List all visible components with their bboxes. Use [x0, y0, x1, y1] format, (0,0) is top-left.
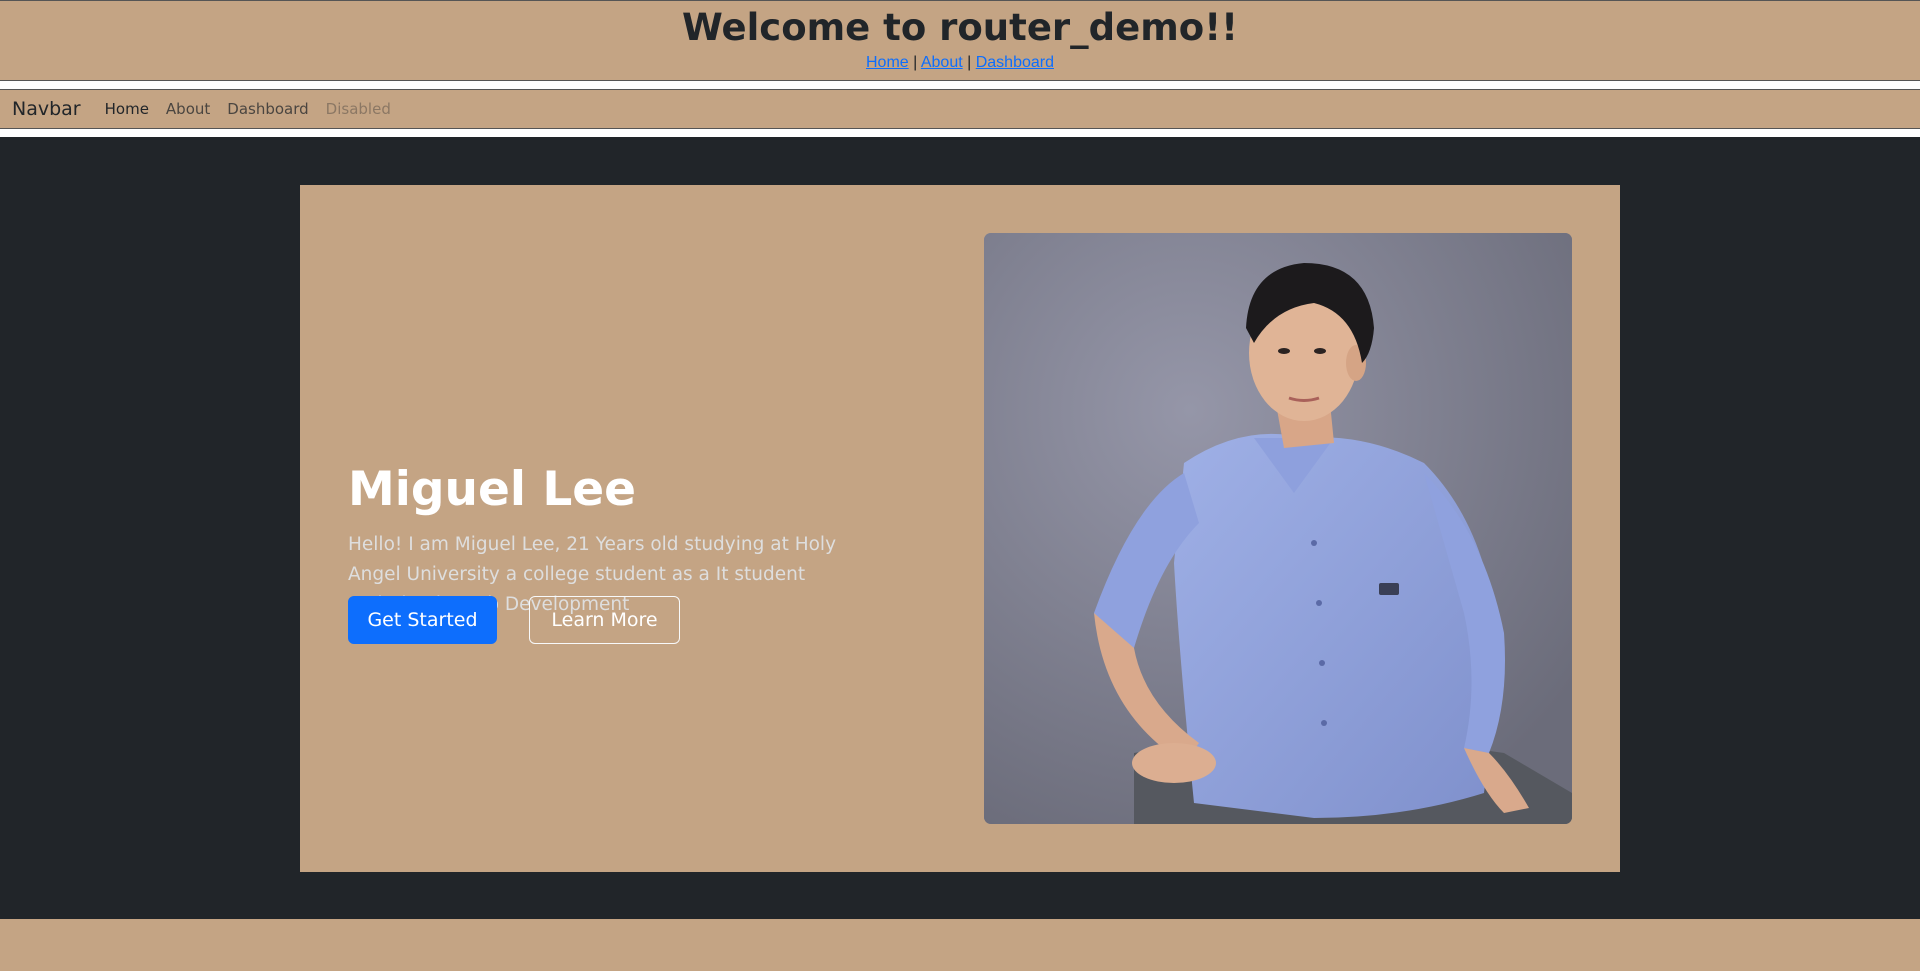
nav-item-home[interactable]: Home: [105, 100, 149, 118]
site-header: Welcome to router_demo!! Home | About | …: [0, 0, 1920, 81]
hero-title: Miguel Lee: [348, 462, 637, 517]
profile-photo: [984, 233, 1572, 824]
get-started-button[interactable]: Get Started: [348, 596, 497, 644]
footer-bar: [0, 919, 1920, 971]
main-section: Miguel Lee Hello! I am Miguel Lee, 21 Ye…: [0, 137, 1920, 919]
learn-more-button[interactable]: Learn More: [529, 596, 680, 644]
link-separator: |: [967, 54, 972, 71]
header-links: Home | About | Dashboard: [0, 53, 1920, 73]
navbar: Navbar Home About Dashboard Disabled: [0, 89, 1920, 129]
nav-item-about[interactable]: About: [166, 100, 210, 118]
nav-item-dashboard[interactable]: Dashboard: [227, 100, 308, 118]
header-link-dashboard[interactable]: Dashboard: [976, 54, 1054, 71]
hero-card: Miguel Lee Hello! I am Miguel Lee, 21 Ye…: [300, 185, 1620, 872]
profile-photo-illustration: [984, 233, 1572, 824]
nav-item-disabled: Disabled: [325, 100, 391, 118]
navbar-brand[interactable]: Navbar: [12, 98, 81, 120]
header-link-home[interactable]: Home: [866, 54, 909, 71]
site-title: Welcome to router_demo!!: [682, 6, 1238, 49]
link-separator: |: [913, 54, 918, 71]
header-link-about[interactable]: About: [921, 54, 963, 71]
